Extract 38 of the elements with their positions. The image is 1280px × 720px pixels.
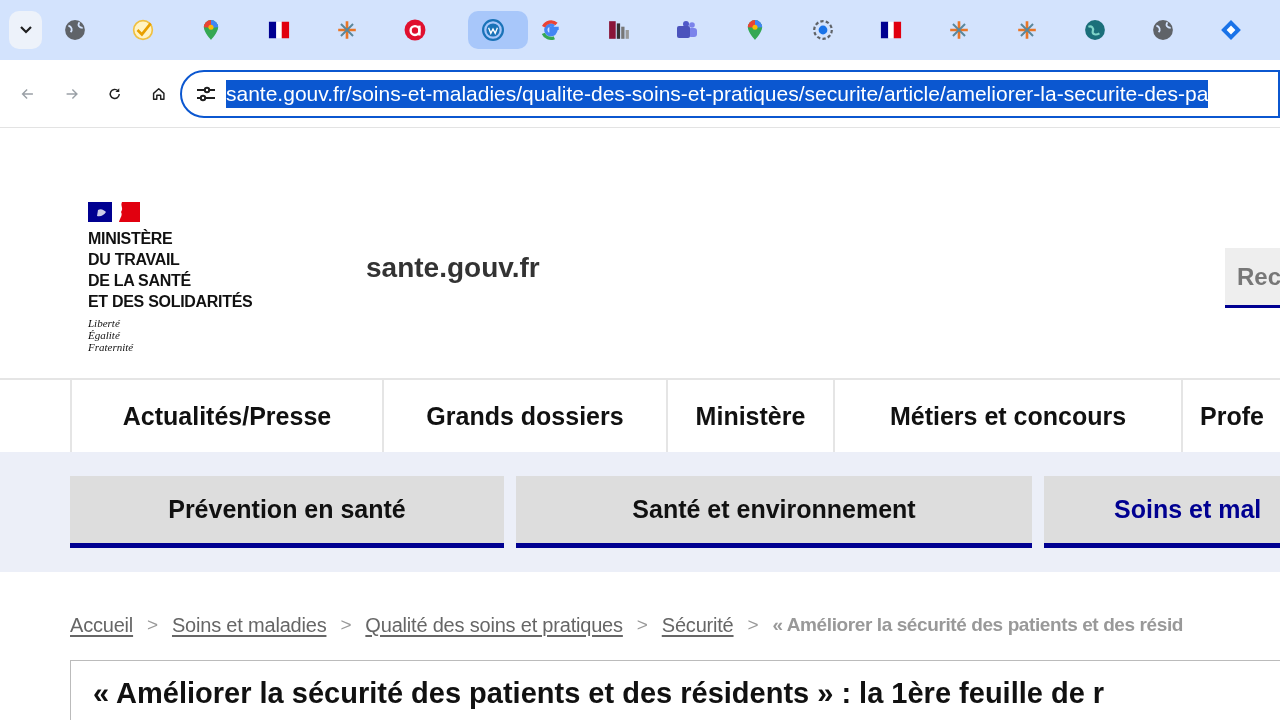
- cross-icon: [948, 19, 970, 41]
- flag-logo-icon: [88, 202, 140, 222]
- people-icon: [676, 19, 698, 41]
- url-text: sante.gouv.fr/soins-et-maladies/qualite-des-soins-et-pratiques/securite/article/ameliorer-la-securite-des-pa: [226, 79, 1209, 108]
- chart-icon: [608, 19, 630, 41]
- breadcrumb-link[interactable]: Soins et maladies: [172, 613, 327, 637]
- motto-text: Liberté Égalité Fraternité: [88, 317, 135, 353]
- globe-icon: [64, 19, 86, 41]
- ministry-name: MINISTÈRE DU TRAVAIL DE LA SANTÉ ET DES SOLIDARITÉS: [88, 228, 254, 312]
- cross-icon: [336, 19, 358, 41]
- ring-icon: [812, 19, 834, 41]
- breadcrumb-current: « Améliorer la sécurité des patients et des résid: [772, 614, 1183, 636]
- breadcrumb-link[interactable]: Accueil: [70, 613, 134, 637]
- breadcrumb-link[interactable]: Qualité des soins et pratiques: [365, 613, 623, 637]
- flag-icon: [268, 19, 290, 41]
- header-button[interactable]: Rec: [1225, 248, 1280, 308]
- section-button[interactable]: Prévention en santé: [70, 476, 504, 548]
- article-title: « Améliorer la sécurité des patients et des résidents » : la 1ère feuille de r: [93, 677, 1106, 710]
- flag-icon: [880, 19, 902, 41]
- a-logo-icon: [404, 19, 426, 41]
- g-logo-icon: [540, 19, 562, 41]
- section-button[interactable]: Santé et environnement: [516, 476, 1032, 548]
- cross-icon: [1016, 19, 1038, 41]
- globe-icon: [1152, 19, 1174, 41]
- section-button[interactable]: Soins et mal: [1044, 476, 1280, 548]
- checkmark-icon: [132, 19, 154, 41]
- tab-search-button[interactable]: [9, 11, 42, 49]
- w-circle-icon: [482, 19, 504, 41]
- earth-icon: [1084, 19, 1106, 41]
- breadcrumb-separator: >: [636, 614, 648, 636]
- chevron-down-icon: [18, 25, 33, 35]
- breadcrumb-link[interactable]: Sécurité: [661, 613, 734, 637]
- breadcrumb-separator: >: [147, 614, 158, 636]
- diamond-icon: [1220, 19, 1242, 41]
- site-name[interactable]: sante.gouv.fr: [366, 252, 540, 284]
- breadcrumb-separator: >: [340, 614, 352, 636]
- address-bar[interactable]: sante.gouv.fr/soins-et-maladies/qualite-des-soins-et-pratiques/securite/article/ameliorer-la-securite-des-pa: [180, 69, 1280, 118]
- breadcrumb-separator: >: [747, 614, 759, 636]
